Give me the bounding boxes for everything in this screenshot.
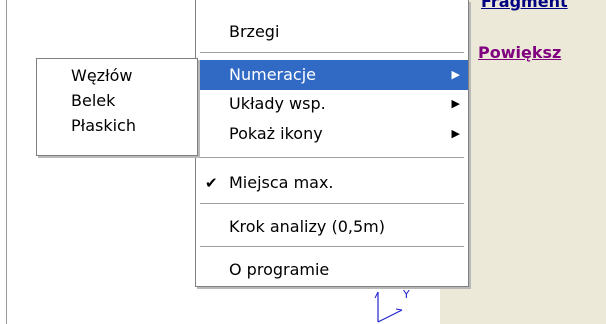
menu-item-numeracje[interactable]: Numeracje ▶ — [196, 60, 468, 90]
canvas-border — [6, 0, 7, 324]
menu-item-label: Układy wsp. — [229, 94, 326, 113]
coordinate-axis-icon: Y — [374, 288, 410, 323]
numeracje-submenu: Węzłów Belek Płaskich — [36, 58, 198, 156]
submenu-arrow-icon: ▶ — [451, 97, 460, 110]
menu-item-brzegi[interactable]: Brzegi — [196, 17, 468, 47]
submenu-item-label: Belek — [71, 91, 116, 110]
fragment-link[interactable]: Fragment — [481, 0, 568, 11]
menu-item-uklady-wsp[interactable]: Układy wsp. ▶ — [196, 89, 468, 119]
submenu-arrow-icon: ▶ — [451, 127, 460, 140]
menu-item-label: Numeracje — [229, 65, 317, 84]
menu-item-label: Krok analizy (0,5m) — [229, 217, 385, 236]
menu-item-label: O programie — [229, 260, 330, 279]
menu-item-label: Pokaż ikony — [229, 124, 323, 143]
menu-separator — [200, 246, 464, 247]
axis-y-label: Y — [402, 288, 410, 301]
menu-separator — [200, 52, 464, 53]
menu-item-miejsca-max[interactable]: ✔ Miejsca max. — [196, 168, 468, 198]
submenu-item-belek[interactable]: Belek — [37, 89, 197, 113]
menu-separator — [200, 203, 464, 204]
submenu-item-label: Płaskich — [71, 116, 136, 135]
menu-item-label: Miejsca max. — [229, 173, 334, 192]
submenu-arrow-icon: ▶ — [451, 68, 460, 81]
submenu-item-plaskich[interactable]: Płaskich — [37, 114, 197, 138]
menu-item-krok-analizy[interactable]: Krok analizy (0,5m) — [196, 212, 468, 242]
context-menu: Brzegi Numeracje ▶ Układy wsp. ▶ Pokaż i… — [195, 0, 469, 287]
menu-item-label: Brzegi — [229, 22, 280, 41]
submenu-item-label: Węzłów — [71, 66, 133, 85]
menu-item-pokaz-ikony[interactable]: Pokaż ikony ▶ — [196, 119, 468, 149]
menu-separator — [200, 157, 464, 158]
submenu-item-wezlow[interactable]: Węzłów — [37, 64, 197, 88]
powieksz-link[interactable]: Powiększ — [478, 43, 561, 62]
checkmark-icon: ✔ — [205, 174, 218, 192]
menu-item-o-programie[interactable]: O programie — [196, 255, 468, 285]
